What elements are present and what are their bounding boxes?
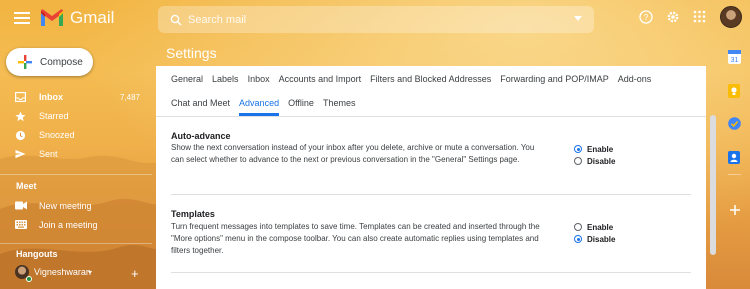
gmail-m-icon [41, 9, 63, 26]
compose-label: Compose [40, 56, 83, 68]
sidebar-item-label: Snoozed [39, 130, 75, 140]
sidebar-item-new-meeting[interactable]: New meeting [0, 197, 150, 216]
keep-icon[interactable] [728, 84, 740, 98]
clock-icon [15, 130, 26, 141]
gmail-logo[interactable]: Gmail [40, 8, 114, 28]
settings-tabs-row-2: Chat and Meet Advanced Offline Themes [171, 92, 364, 116]
hangouts-user-name[interactable]: Vigneshwaran [34, 267, 91, 277]
sidebar-item-snoozed[interactable]: Snoozed [0, 126, 150, 145]
online-status-icon [26, 276, 32, 282]
tab-advanced[interactable]: Advanced [239, 92, 280, 116]
auto-advance-disable-label[interactable]: Disable [587, 157, 615, 166]
add-chat-plus-icon[interactable]: + [131, 266, 139, 281]
sidebar-item-label: Sent [39, 149, 58, 159]
tab-forwarding[interactable]: Forwarding and POP/IMAP [500, 68, 609, 90]
chevron-down-icon[interactable] [88, 271, 92, 274]
templates-enable-label[interactable]: Enable [587, 223, 613, 232]
star-icon [15, 111, 26, 122]
tab-filters[interactable]: Filters and Blocked Addresses [370, 68, 491, 90]
svg-text:31: 31 [731, 57, 739, 64]
templates-disable-radio[interactable] [574, 235, 582, 243]
tab-add-ons[interactable]: Add-ons [618, 68, 652, 90]
help-icon[interactable]: ? [639, 10, 653, 24]
rail-divider [728, 174, 741, 175]
sidebar-item-join-meeting[interactable]: Join a meeting [0, 216, 150, 235]
get-add-ons-icon[interactable] [730, 205, 740, 215]
main-menu-button[interactable] [12, 9, 32, 29]
sidebar-item-label: Inbox [39, 92, 63, 102]
settings-scrollbar[interactable] [710, 115, 716, 255]
tab-chat-and-meet[interactable]: Chat and Meet [171, 92, 230, 114]
templates-enable-radio[interactable] [574, 223, 582, 231]
auto-advance-title: Auto-advance [171, 131, 231, 141]
settings-panel: General Labels Inbox Accounts and Import… [156, 66, 706, 289]
auto-advance-description: Show the next conversation instead of yo… [171, 143, 535, 164]
search-bar[interactable]: Search mail [158, 6, 594, 33]
search-options-icon[interactable] [574, 16, 582, 21]
compose-button[interactable]: Compose [6, 48, 93, 76]
auto-advance-disable-radio[interactable] [574, 157, 582, 165]
templates-disable-label[interactable]: Disable [587, 235, 615, 244]
sidebar-item-label: Join a meeting [39, 220, 98, 230]
sidebar-divider [0, 174, 152, 175]
app-name: Gmail [70, 8, 115, 27]
sidebar-item-starred[interactable]: Starred [0, 107, 150, 126]
search-input[interactable]: Search mail [188, 14, 246, 26]
tab-labels[interactable]: Labels [212, 68, 239, 90]
tab-accounts-and-import[interactable]: Accounts and Import [279, 68, 362, 90]
settings-gear-icon[interactable] [666, 10, 680, 24]
tab-inbox[interactable]: Inbox [248, 68, 270, 90]
account-avatar[interactable] [720, 6, 742, 28]
sidebar-item-sent[interactable]: Sent [0, 145, 150, 164]
sidebar-item-inbox[interactable]: Inbox 7,487 [0, 88, 150, 107]
sidebar-item-label: Starred [39, 111, 69, 121]
inbox-icon [15, 92, 26, 102]
sidebar-item-label: New meeting [39, 201, 92, 211]
auto-advance-enable-label[interactable]: Enable [587, 145, 613, 154]
tabs-divider [156, 116, 706, 117]
apps-grid-icon[interactable] [693, 10, 706, 23]
inbox-count: 7,487 [119, 93, 140, 102]
templates-description: Turn frequent messages into templates to… [171, 222, 540, 255]
tab-offline[interactable]: Offline [288, 92, 314, 114]
hangouts-section-title: Hangouts [16, 249, 58, 259]
svg-text:?: ? [644, 13, 649, 22]
keyboard-icon [15, 220, 27, 229]
send-icon [15, 149, 26, 159]
contacts-icon[interactable] [728, 151, 740, 164]
tab-general[interactable]: General [171, 68, 203, 90]
section-divider [171, 272, 691, 273]
section-divider [171, 194, 691, 195]
search-icon[interactable] [170, 14, 182, 26]
auto-advance-enable-radio[interactable] [574, 145, 582, 153]
video-icon [15, 201, 27, 210]
calendar-icon[interactable]: 31 [728, 50, 741, 64]
page-title: Settings [166, 45, 217, 61]
settings-tabs-row-1: General Labels Inbox Accounts and Import… [171, 68, 660, 90]
sidebar-divider [0, 243, 152, 244]
tasks-icon[interactable] [728, 117, 741, 130]
meet-section-title: Meet [16, 181, 37, 191]
templates-title: Templates [171, 209, 215, 219]
compose-plus-icon [18, 55, 32, 69]
tab-themes[interactable]: Themes [323, 92, 356, 114]
